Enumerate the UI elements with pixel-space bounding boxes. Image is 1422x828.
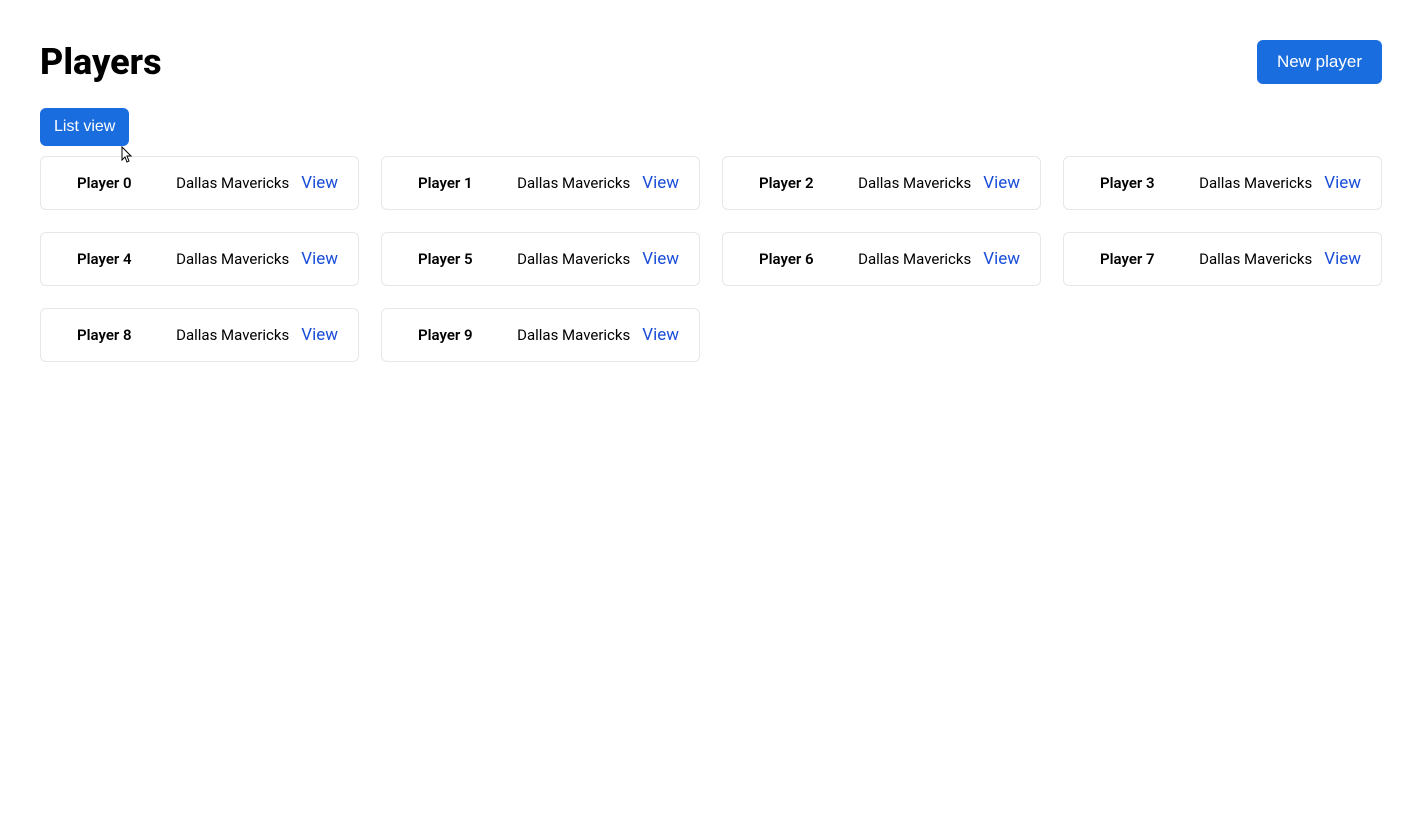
player-name: Player 3 [1084, 174, 1155, 192]
player-name: Player 7 [1084, 250, 1155, 268]
new-player-button[interactable]: New player [1257, 40, 1382, 84]
player-name: Player 8 [61, 326, 132, 344]
view-player-link[interactable]: View [1324, 173, 1361, 193]
player-team: Dallas Mavericks [1199, 174, 1312, 192]
player-name: Player 6 [743, 250, 814, 268]
player-card: Player 8 Dallas Mavericks View [40, 308, 359, 362]
player-team: Dallas Mavericks [176, 250, 289, 268]
player-team: Dallas Mavericks [858, 174, 971, 192]
player-name: Player 1 [402, 174, 473, 192]
list-view-toggle-button[interactable]: List view [40, 108, 129, 146]
view-player-link[interactable]: View [301, 249, 338, 269]
players-grid: Player 0 Dallas Mavericks View Player 1 Dall… [40, 156, 1382, 362]
view-player-link[interactable]: View [301, 173, 338, 193]
player-team: Dallas Mavericks [517, 250, 630, 268]
player-card: Player 3 Dallas Mavericks View [1063, 156, 1382, 210]
player-team: Dallas Mavericks [858, 250, 971, 268]
player-card: Player 7 Dallas Mavericks View [1063, 232, 1382, 286]
view-player-link[interactable]: View [642, 173, 679, 193]
player-card: Player 2 Dallas Mavericks View [722, 156, 1041, 210]
player-card: Player 5 Dallas Mavericks View [381, 232, 700, 286]
view-player-link[interactable]: View [1324, 249, 1361, 269]
player-name: Player 5 [402, 250, 473, 268]
page-header: Players New player [40, 40, 1382, 84]
view-player-link[interactable]: View [983, 249, 1020, 269]
view-player-link[interactable]: View [642, 325, 679, 345]
player-name: Player 2 [743, 174, 814, 192]
view-player-link[interactable]: View [301, 325, 338, 345]
player-card: Player 0 Dallas Mavericks View [40, 156, 359, 210]
player-team: Dallas Mavericks [1199, 250, 1312, 268]
player-team: Dallas Mavericks [176, 326, 289, 344]
player-card: Player 6 Dallas Mavericks View [722, 232, 1041, 286]
player-team: Dallas Mavericks [517, 174, 630, 192]
player-team: Dallas Mavericks [176, 174, 289, 192]
player-name: Player 4 [61, 250, 132, 268]
toolbar: List view [40, 108, 1382, 146]
player-team: Dallas Mavericks [517, 326, 630, 344]
player-name: Player 9 [402, 326, 473, 344]
page-title: Players [40, 41, 162, 83]
player-name: Player 0 [61, 174, 132, 192]
player-card: Player 4 Dallas Mavericks View [40, 232, 359, 286]
view-player-link[interactable]: View [983, 173, 1020, 193]
view-player-link[interactable]: View [642, 249, 679, 269]
player-card: Player 9 Dallas Mavericks View [381, 308, 700, 362]
player-card: Player 1 Dallas Mavericks View [381, 156, 700, 210]
